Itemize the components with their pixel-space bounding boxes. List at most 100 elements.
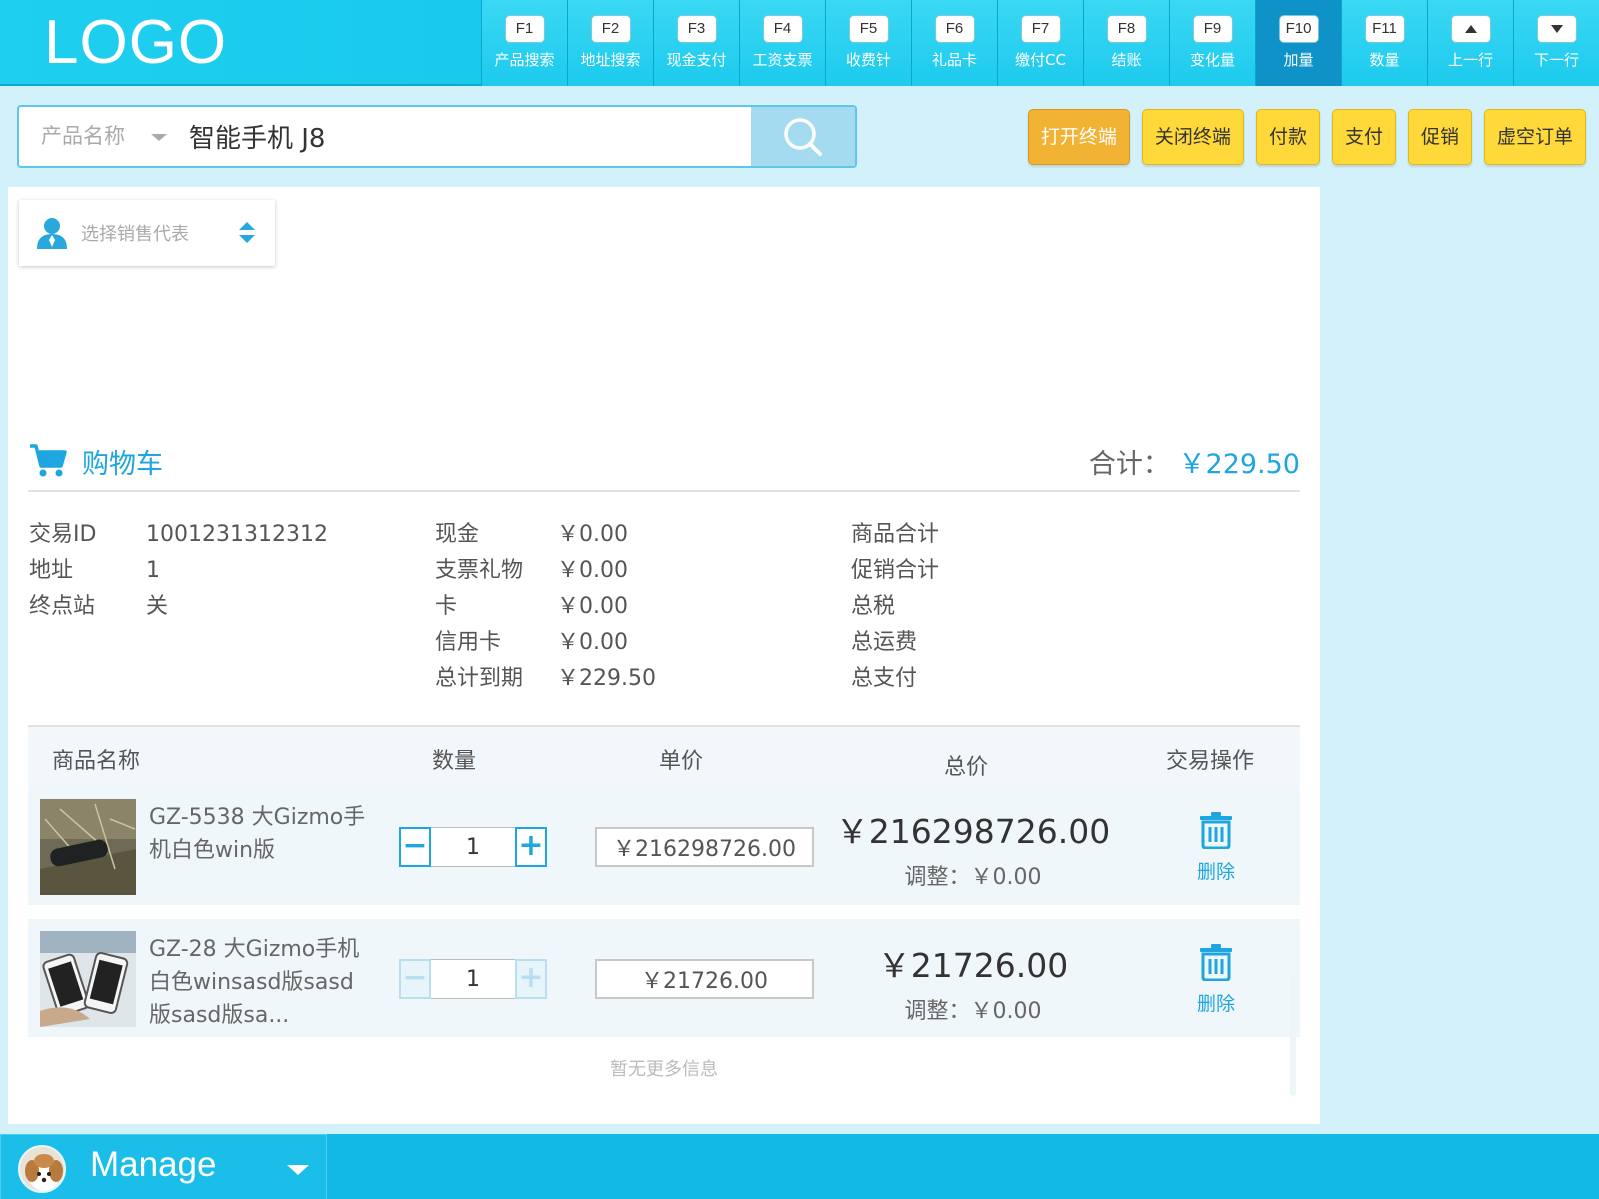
quantity-stepper: − + [399, 959, 549, 1001]
adjustment-text: 调整：￥0.00 [904, 999, 1042, 1024]
delete-label: 删除 [1196, 861, 1235, 883]
delete-label: 删除 [1196, 993, 1235, 1015]
chevron-down-icon [287, 1165, 309, 1175]
bottom-bar: Manage [0, 1134, 1599, 1199]
fkey-f8-checkout[interactable]: F8 结账 [1083, 0, 1169, 86]
transaction-info-col1: 交易ID 1001231312312 地址 1 终点站 关 [29, 517, 409, 625]
line-total: ￥216298726.00 调整：￥0.00 [828, 805, 1118, 891]
fkey-f3-cash-payment[interactable]: F3 现金支付 [653, 0, 739, 86]
cart-title: 购物车 [82, 449, 163, 480]
user-menu[interactable]: Manage [0, 1134, 327, 1199]
down-arrow-icon [1536, 15, 1577, 43]
info-label: 信用卡 [435, 630, 502, 655]
pay-button[interactable]: 支付 [1331, 109, 1396, 165]
delete-button[interactable]: 删除 [1190, 811, 1242, 884]
decrement-button[interactable]: − [399, 827, 431, 867]
info-label: 地址 [29, 558, 74, 583]
trash-icon [1200, 812, 1232, 850]
info-label: 促销合计 [851, 558, 940, 583]
info-value: ￥0.00 [557, 558, 628, 583]
info-label: 卡 [435, 594, 458, 619]
line-total-value: ￥21726.00 [877, 946, 1069, 985]
no-more-info: 暂无更多信息 [610, 1059, 718, 1080]
fkey-f4-payroll-check[interactable]: F4 工资支票 [739, 0, 825, 86]
cart-table-header: 商品名称 数量 单价 总价 交易操作 [28, 725, 1300, 787]
promotion-button[interactable]: 促销 [1407, 109, 1472, 165]
open-terminal-button[interactable]: 打开终端 [1027, 109, 1130, 165]
product-image [40, 931, 136, 1027]
unit-price-input[interactable] [595, 827, 814, 867]
search-input[interactable] [189, 107, 749, 166]
column-header-name: 商品名称 [52, 749, 141, 774]
cart-icon [30, 444, 67, 477]
void-order-button[interactable]: 虚空订单 [1483, 109, 1586, 165]
close-terminal-button[interactable]: 关闭终端 [1141, 109, 1244, 165]
cart-header: 购物车 合计： ￥229.50 [28, 442, 1300, 492]
transaction-info-col2: 现金 ￥0.00 支票礼物 ￥0.00 卡 ￥0.00 信用卡 ￥0.00 总计到期 ￥2… [435, 517, 835, 697]
unit-price-input[interactable] [595, 959, 814, 999]
table-row: GZ-28 大Gizmo手机白色winsasd版sasd版sasd版sa... … [28, 919, 1300, 1037]
user-name: Manage [90, 1145, 217, 1184]
sales-rep-select[interactable]: 选择销售代表 [19, 200, 275, 266]
cart-total: 合计： ￥229.50 [1089, 442, 1300, 481]
info-label: 总支付 [851, 666, 918, 691]
fkey-f2-address-search[interactable]: F2 地址搜索 [567, 0, 653, 86]
cart-total-value: ￥229.50 [1178, 449, 1300, 480]
chevron-down-icon [151, 134, 167, 141]
fkey-previous-row[interactable]: 上一行 [1427, 0, 1513, 86]
info-label: 总税 [851, 594, 896, 619]
search-field-type-select[interactable]: 产品名称 [41, 107, 125, 166]
fkey-f11-quantity[interactable]: F11 数量 [1341, 0, 1427, 86]
info-value: ￥229.50 [557, 666, 656, 691]
info-label: 总计到期 [435, 666, 524, 691]
info-label: 现金 [435, 522, 480, 547]
info-label: 支票礼物 [435, 558, 524, 583]
top-bar: LOGO F1 产品搜索 F2 地址搜索 F3 现金支付 F4 工资支票 F5 … [0, 0, 1599, 86]
fkey-f7-pay-cc[interactable]: F7 缴付CC [997, 0, 1083, 86]
info-value: 关 [146, 594, 169, 619]
quantity-stepper: − + [399, 827, 549, 869]
info-label: 交易ID [29, 522, 97, 547]
quantity-input[interactable] [431, 827, 515, 867]
info-value: ￥0.00 [557, 522, 628, 547]
product-name: GZ-5538 大Gizmo手机白色win版 [149, 805, 366, 863]
info-label: 终点站 [29, 594, 96, 619]
fkey-f9-change-amount[interactable]: F9 变化量 [1169, 0, 1255, 86]
fkey-f1-product-search[interactable]: F1 产品搜索 [481, 0, 567, 86]
logo: LOGO [44, 8, 228, 77]
terminal-actions: 打开终端 关闭终端 付款 支付 促销 虚空订单 [1027, 109, 1586, 165]
column-header-quantity: 数量 [432, 749, 477, 774]
main-panel: 选择销售代表 购物车 合计： ￥229.50 交易ID 1001231312312… [8, 187, 1320, 1124]
product-image [40, 799, 136, 895]
search-button[interactable] [751, 107, 855, 166]
decrement-button[interactable]: − [399, 959, 431, 999]
info-value: 1001231312312 [146, 522, 328, 547]
cart-total-label: 合计： [1088, 449, 1170, 480]
info-label: 商品合计 [851, 522, 940, 547]
product-search-bar: 产品名称 [17, 105, 857, 168]
info-value: ￥0.00 [557, 594, 628, 619]
payment-button[interactable]: 付款 [1255, 109, 1320, 165]
product-name: GZ-28 大Gizmo手机白色winsasd版sasd版sasd版sa... [149, 937, 360, 1028]
avatar [18, 1145, 66, 1193]
quantity-input[interactable] [431, 959, 515, 999]
increment-button[interactable]: + [515, 959, 547, 999]
fkey-f6-gift-card[interactable]: F6 礼品卡 [911, 0, 997, 86]
trash-icon [1200, 944, 1232, 982]
line-total-value: ￥216298726.00 [835, 812, 1111, 851]
increment-button[interactable]: + [515, 827, 547, 867]
table-row: GZ-5538 大Gizmo手机白色win版 − + ￥216298726.00… [28, 787, 1300, 905]
function-key-bar: F1 产品搜索 F2 地址搜索 F3 现金支付 F4 工资支票 F5 收费针 F… [481, 0, 1599, 86]
delete-button[interactable]: 删除 [1190, 943, 1242, 1016]
user-icon [37, 218, 67, 249]
transaction-info-col3: 商品合计 促销合计 总税 总运费 总支付 [851, 517, 1251, 697]
fkey-f10-add-quantity[interactable]: F10 加量 [1255, 0, 1341, 86]
sort-arrows-icon [239, 222, 255, 243]
transaction-info: 交易ID 1001231312312 地址 1 终点站 关 现金 ￥0.00 支票礼物 ￥… [29, 517, 1301, 707]
sales-rep-placeholder: 选择销售代表 [81, 224, 189, 245]
search-icon [784, 117, 822, 156]
info-label: 总运费 [851, 630, 918, 655]
fkey-f5-charge[interactable]: F5 收费针 [825, 0, 911, 86]
fkey-next-row[interactable]: 下一行 [1513, 0, 1599, 86]
adjustment-text: 调整：￥0.00 [904, 865, 1042, 890]
